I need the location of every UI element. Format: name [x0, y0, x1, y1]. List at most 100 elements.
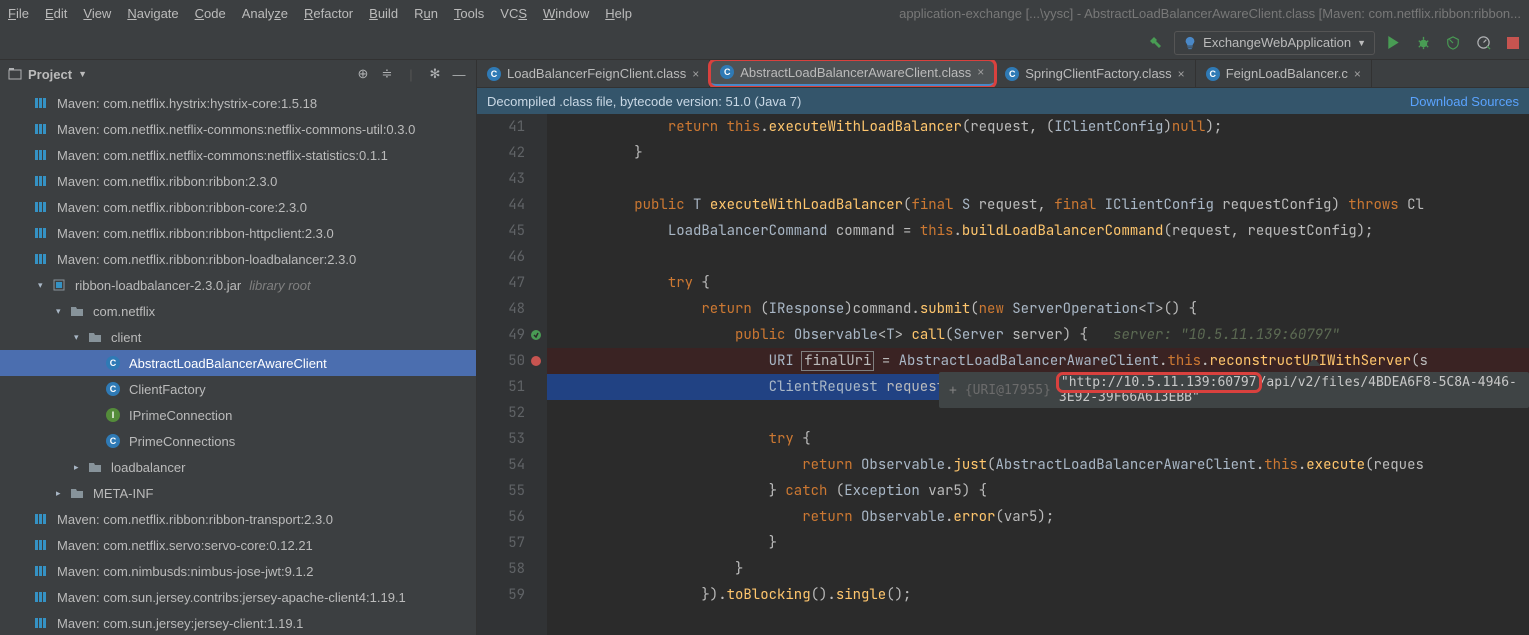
tree-item[interactable]: ▸loadbalancer [0, 454, 476, 480]
tree-item[interactable]: ▸META-INF [0, 480, 476, 506]
tree-item[interactable]: Maven: com.netflix.ribbon:ribbon-transpo… [0, 506, 476, 532]
menu-run[interactable]: Run [414, 6, 438, 21]
run-configuration-selector[interactable]: ExchangeWebApplication ▼ [1174, 31, 1375, 55]
expand-icon[interactable]: ≑ [378, 65, 396, 83]
expander-open-icon[interactable]: ▾ [56, 306, 66, 317]
chevron-down-icon[interactable]: ▼ [78, 69, 87, 79]
code-line[interactable]: }).toBlocking().single(); [547, 582, 1529, 608]
close-icon[interactable]: × [692, 67, 699, 81]
hide-icon[interactable]: — [450, 65, 468, 83]
line-number[interactable]: 58 [477, 556, 525, 582]
run-icon[interactable] [1381, 31, 1405, 55]
line-number[interactable]: 51 [477, 374, 525, 400]
code-line[interactable] [547, 244, 1529, 270]
expander-closed-icon[interactable]: ▸ [56, 488, 66, 499]
menu-help[interactable]: Help [605, 6, 632, 21]
expand-plus-icon[interactable]: + [949, 383, 957, 398]
tree-item[interactable]: Maven: com.netflix.ribbon:ribbon-loadbal… [0, 246, 476, 272]
build-icon[interactable] [1144, 31, 1168, 55]
code-line[interactable]: try { [547, 426, 1529, 452]
menu-code[interactable]: Code [195, 6, 226, 21]
coverage-icon[interactable] [1441, 31, 1465, 55]
editor-tab[interactable]: CFeignLoadBalancer.c× [1196, 60, 1372, 87]
menu-analyze[interactable]: Analyze [242, 6, 288, 21]
close-icon[interactable]: × [977, 65, 984, 79]
menu-tools[interactable]: Tools [454, 6, 484, 21]
line-number[interactable]: 57 [477, 530, 525, 556]
code-line[interactable]: public T executeWithLoadBalancer(final S… [547, 192, 1529, 218]
editor-tab[interactable]: CSpringClientFactory.class× [995, 60, 1195, 87]
tree-item[interactable]: Maven: com.netflix.ribbon:ribbon-core:2.… [0, 194, 476, 220]
menu-window[interactable]: Window [543, 6, 589, 21]
editor-tab[interactable]: CLoadBalancerFeignClient.class× [477, 60, 710, 87]
tree-item[interactable]: Maven: com.nimbusds:nimbus-jose-jwt:9.1.… [0, 558, 476, 584]
recursive-call-icon[interactable] [527, 322, 545, 348]
code-line[interactable]: } catch (Exception var5) { [547, 478, 1529, 504]
line-number[interactable]: 53 [477, 426, 525, 452]
expander-closed-icon[interactable]: ▸ [74, 462, 84, 473]
tree-item[interactable]: ▾client [0, 324, 476, 350]
tree-item[interactable]: Maven: com.netflix.ribbon:ribbon-httpcli… [0, 220, 476, 246]
menu-file[interactable]: File [8, 6, 29, 21]
tree-item[interactable]: Maven: com.sun.jersey.contribs:jersey-ap… [0, 584, 476, 610]
close-icon[interactable]: × [1178, 67, 1185, 81]
line-number[interactable]: 54 [477, 452, 525, 478]
line-number[interactable]: 46 [477, 244, 525, 270]
line-number[interactable]: 59 [477, 582, 525, 608]
code-line[interactable]: } [547, 140, 1529, 166]
tree-item[interactable]: CClientFactory [0, 376, 476, 402]
close-icon[interactable]: × [1354, 67, 1361, 81]
profile-icon[interactable] [1471, 31, 1495, 55]
menu-vcs[interactable]: VCS [500, 6, 527, 21]
line-number[interactable]: 44 [477, 192, 525, 218]
menu-view[interactable]: View [83, 6, 111, 21]
code-line[interactable]: URI finalUri = AbstractLoadBalancerAware… [547, 348, 1529, 374]
tree-item[interactable]: Maven: com.netflix.ribbon:ribbon:2.3.0 [0, 168, 476, 194]
line-number[interactable]: 52 [477, 400, 525, 426]
locate-icon[interactable]: ⊕ [354, 65, 372, 83]
tree-item[interactable]: ▾ribbon-loadbalancer-2.3.0.jarlibrary ro… [0, 272, 476, 298]
tree-item[interactable]: ▾com.netflix [0, 298, 476, 324]
code-line[interactable]: public Observable<T> call(Server server)… [547, 322, 1529, 348]
line-number[interactable]: 50 [477, 348, 525, 374]
expander-open-icon[interactable]: ▾ [38, 280, 48, 291]
code-line[interactable]: return Observable.error(var5); [547, 504, 1529, 530]
tree-item[interactable]: IIPrimeConnection [0, 402, 476, 428]
line-number[interactable]: 48 [477, 296, 525, 322]
line-number[interactable]: 47 [477, 270, 525, 296]
tree-item[interactable]: Maven: com.netflix.netflix-commons:netfl… [0, 142, 476, 168]
line-number[interactable]: 55 [477, 478, 525, 504]
code-line[interactable]: return this.executeWithLoadBalancer(requ… [547, 114, 1529, 140]
line-number[interactable]: 43 [477, 166, 525, 192]
project-tree[interactable]: Maven: com.netflix.hystrix:hystrix-core:… [0, 88, 476, 635]
tree-item[interactable]: Maven: com.netflix.netflix-commons:netfl… [0, 116, 476, 142]
line-number[interactable]: 49 [477, 322, 525, 348]
tree-item[interactable]: Maven: com.netflix.hystrix:hystrix-core:… [0, 90, 476, 116]
menu-navigate[interactable]: Navigate [127, 6, 178, 21]
line-number[interactable]: 45 [477, 218, 525, 244]
menu-refactor[interactable]: Refactor [304, 6, 353, 21]
breakpoint-icon[interactable] [527, 348, 545, 374]
expander-open-icon[interactable]: ▾ [74, 332, 84, 343]
download-sources-link[interactable]: Download Sources [1410, 94, 1519, 109]
debug-icon[interactable] [1411, 31, 1435, 55]
code-line[interactable]: return (IResponse)command.submit(new Ser… [547, 296, 1529, 322]
line-number[interactable]: 56 [477, 504, 525, 530]
tree-item[interactable]: CAbstractLoadBalancerAwareClient [0, 350, 476, 376]
code-line[interactable]: } [547, 556, 1529, 582]
gear-icon[interactable]: ✻ [426, 65, 444, 83]
tree-item[interactable]: Maven: com.sun.jersey:jersey-client:1.19… [0, 610, 476, 635]
tree-item[interactable]: Maven: com.netflix.servo:servo-core:0.12… [0, 532, 476, 558]
tree-item[interactable]: CPrimeConnections [0, 428, 476, 454]
editor-tab[interactable]: CAbstractLoadBalancerAwareClient.class× [710, 60, 995, 87]
code-line[interactable]: return Observable.just(AbstractLoadBalan… [547, 452, 1529, 478]
code-line[interactable] [547, 166, 1529, 192]
menu-build[interactable]: Build [369, 6, 398, 21]
stop-icon[interactable] [1501, 31, 1525, 55]
code-line[interactable]: try { [547, 270, 1529, 296]
debug-value-tooltip[interactable]: + {URI@17955} "http://10.5.11.139:60797/… [939, 372, 1529, 408]
line-number[interactable]: 42 [477, 140, 525, 166]
menu-edit[interactable]: Edit [45, 6, 67, 21]
code-line[interactable]: } [547, 530, 1529, 556]
code-line[interactable]: LoadBalancerCommand command = this.build… [547, 218, 1529, 244]
